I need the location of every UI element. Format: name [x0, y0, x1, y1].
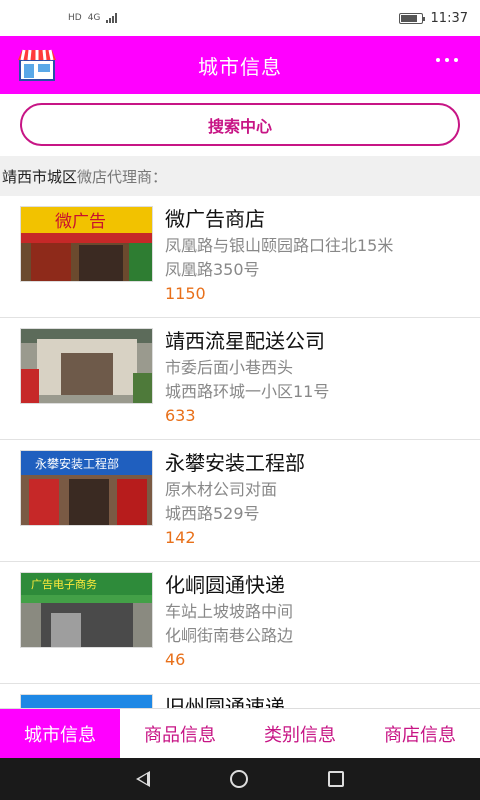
page-title: 城市信息 [198, 54, 282, 79]
search-section: 搜索中心 [0, 94, 480, 156]
store-photo [20, 694, 153, 708]
store-sign-text: 广告电子商务 [31, 577, 97, 591]
store-list: 微广告 微广告商店 凤凰路与银山颐园路口往北15米 凤凰路350号 1150 靖… [0, 196, 480, 708]
list-item[interactable]: 永攀安装工程部 永攀安装工程部 原木材公司对面 城西路529号 142 [0, 440, 480, 562]
list-item[interactable]: 靖西流星配送公司 市委后面小巷西头 城西路环城一小区11号 633 [0, 318, 480, 440]
battery-icon [398, 12, 425, 24]
store-name: 化峒圆通快递 [165, 573, 285, 597]
store-address: 车站上坡坡路中间 [165, 602, 294, 621]
status-indicators: HD 4G [68, 13, 118, 23]
store-photo: 微广告 [20, 206, 153, 282]
tab-product-info[interactable]: 商品信息 [120, 709, 240, 758]
network-label: 4G [87, 13, 101, 23]
clock: 11:37 [430, 10, 468, 26]
tab-category-info[interactable]: 类别信息 [240, 709, 360, 758]
view-count: 1150 [165, 284, 206, 303]
list-item[interactable]: 广告电子商务 化峒圆通快递 车站上坡坡路中间 化峒街南巷公路边 46 [0, 562, 480, 684]
view-count: 633 [165, 406, 196, 425]
store-address: 凤凰路与银山颐园路口往北15米 [165, 236, 394, 255]
more-icon[interactable] [436, 58, 458, 62]
signal-icon [106, 13, 118, 23]
shop-icon[interactable] [16, 48, 58, 82]
bottom-tab-bar: 城市信息 商品信息 类别信息 商店信息 [0, 708, 480, 758]
section-suffix: 微店代理商： [77, 167, 168, 186]
back-icon[interactable] [136, 771, 150, 787]
store-sign-text: 永攀安装工程部 [35, 456, 119, 471]
store-street: 城西路529号 [165, 504, 260, 523]
recent-apps-icon[interactable] [328, 771, 344, 787]
store-photo [20, 328, 153, 404]
tab-store-info[interactable]: 商店信息 [360, 709, 480, 758]
tab-city-info[interactable]: 城市信息 [0, 709, 120, 758]
system-nav-bar [0, 758, 480, 800]
view-count: 142 [165, 528, 196, 547]
status-right: 11:37 [398, 10, 468, 26]
store-photo: 广告电子商务 [20, 572, 153, 648]
search-center-button[interactable]: 搜索中心 [20, 103, 460, 146]
list-item[interactable]: 微广告 微广告商店 凤凰路与银山颐园路口往北15米 凤凰路350号 1150 [0, 196, 480, 318]
store-street: 化峒街南巷公路边 [165, 626, 294, 645]
store-street: 城西路环城一小区11号 [165, 382, 330, 401]
home-icon[interactable] [230, 770, 248, 788]
store-address: 市委后面小巷西头 [165, 358, 294, 377]
store-address: 原木材公司对面 [165, 480, 278, 499]
section-label: 靖西市城区 微店代理商： [0, 156, 480, 196]
store-name: 微广告商店 [165, 207, 265, 231]
app-header: 城市信息 [0, 36, 480, 94]
store-name: 靖西流星配送公司 [165, 329, 325, 353]
status-bar: HD 4G 11:37 [0, 0, 480, 36]
list-item[interactable]: 旧州圆通速递 [0, 684, 480, 708]
store-sign-text: 微广告 [55, 212, 106, 232]
store-street: 凤凰路350号 [165, 260, 260, 279]
view-count: 46 [165, 650, 186, 669]
city-name: 靖西市城区 [2, 167, 78, 186]
hd-label: HD [68, 13, 82, 23]
store-photo: 永攀安装工程部 [20, 450, 153, 526]
store-name: 永攀安装工程部 [165, 451, 305, 475]
store-name: 旧州圆通速递 [165, 695, 285, 708]
